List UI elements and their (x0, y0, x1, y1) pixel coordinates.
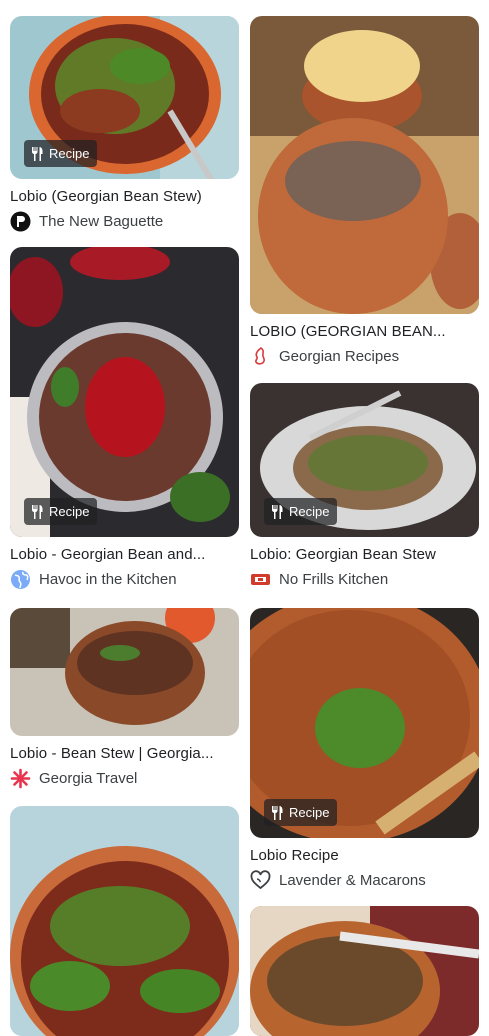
result-title[interactable]: Lobio - Georgian Bean and... (10, 545, 239, 565)
result-source-label: Havoc in the Kitchen (39, 570, 177, 588)
recipe-badge: Recipe (24, 140, 98, 167)
result-card[interactable] (250, 906, 479, 1036)
recipe-badge: Recipe (264, 498, 338, 525)
result-card[interactable] (10, 806, 239, 1036)
globe-icon (10, 569, 31, 590)
result-source[interactable]: Georgia Travel (10, 768, 239, 789)
no-frills-logo-icon (250, 569, 271, 590)
result-source-label: Georgian Recipes (279, 347, 400, 365)
result-title[interactable]: Lobio Recipe (250, 846, 479, 866)
result-card[interactable]: LOBIO (GEORGIAN BEAN... Georgian Recipes (250, 16, 479, 367)
result-source[interactable]: The New Baguette (10, 211, 239, 232)
result-image[interactable] (10, 608, 239, 736)
result-card[interactable]: Recipe Lobio Recipe Lavender & Macarons (250, 608, 479, 891)
result-source-label: Lavender & Macarons (279, 871, 426, 889)
pomegranate-bean-stew-image (10, 247, 239, 537)
fork-knife-icon (32, 504, 43, 519)
recipe-badge: Recipe (24, 498, 98, 525)
result-image[interactable]: Recipe (10, 16, 239, 179)
heart-logo-icon (250, 870, 271, 891)
result-source-label: No Frills Kitchen (279, 570, 389, 588)
cilantro-bean-stew-image (10, 806, 239, 1036)
recipe-badge-label: Recipe (49, 146, 90, 161)
result-source[interactable]: Georgian Recipes (250, 346, 479, 367)
result-title[interactable]: LOBIO (GEORGIAN BEAN... (250, 322, 479, 342)
result-source[interactable]: No Frills Kitchen (250, 569, 479, 590)
georgian-recipes-logo-icon (250, 346, 271, 367)
result-image[interactable] (250, 16, 479, 314)
result-card[interactable]: Recipe Lobio: Georgian Bean Stew No Fril… (250, 383, 479, 590)
result-card[interactable]: Recipe Lobio (Georgian Bean Stew) The Ne… (10, 16, 239, 232)
fork-knife-icon (272, 805, 283, 820)
result-title[interactable]: Lobio - Bean Stew | Georgia... (10, 744, 239, 764)
georgia-travel-logo-icon (10, 768, 31, 789)
result-card[interactable]: Lobio - Bean Stew | Georgia... Georgia T… (10, 608, 239, 789)
clay-bowl-spoon-bean-stew-image (250, 906, 479, 1036)
recipe-badge-label: Recipe (289, 805, 330, 820)
result-image[interactable]: Recipe (10, 247, 239, 537)
result-source-label: Georgia Travel (39, 769, 138, 787)
result-image[interactable] (250, 906, 479, 1036)
result-source[interactable]: Lavender & Macarons (250, 870, 479, 891)
result-card[interactable]: Recipe Lobio - Georgian Bean and... Havo… (10, 247, 239, 590)
clay-bowl-bean-stew-image (10, 608, 239, 736)
result-image[interactable]: Recipe (250, 608, 479, 838)
baguette-logo-icon (10, 211, 31, 232)
recipe-badge-label: Recipe (49, 504, 90, 519)
result-image[interactable]: Recipe (250, 383, 479, 537)
recipe-badge: Recipe (264, 799, 338, 826)
result-source-label: The New Baguette (39, 212, 164, 230)
result-title[interactable]: Lobio (Georgian Bean Stew) (10, 187, 239, 207)
recipe-badge-label: Recipe (289, 504, 330, 519)
result-source[interactable]: Havoc in the Kitchen (10, 569, 239, 590)
result-title[interactable]: Lobio: Georgian Bean Stew (250, 545, 479, 565)
result-image[interactable] (10, 806, 239, 1036)
clay-pot-bean-stew-image (250, 16, 479, 314)
fork-knife-icon (272, 504, 283, 519)
fork-knife-icon (32, 146, 43, 161)
